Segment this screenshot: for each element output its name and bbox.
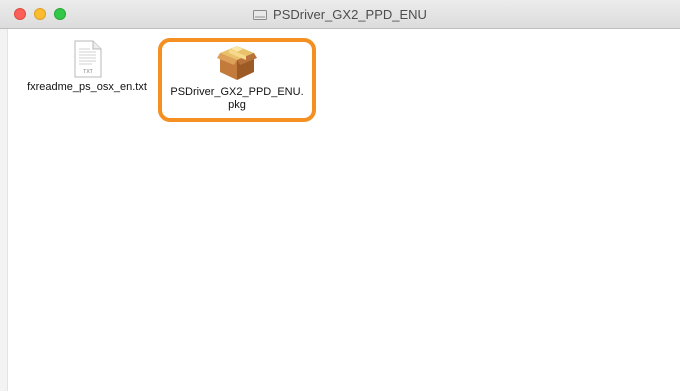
title-bar[interactable]: PSDriver_GX2_PPD_ENU <box>0 0 680 29</box>
window-left-edge <box>0 29 8 391</box>
window-title-text: PSDriver_GX2_PPD_ENU <box>273 7 427 22</box>
txt-caption: TXT <box>83 69 92 75</box>
finder-window: PSDriver_GX2_PPD_ENU TXT fxreadme_ps_osx… <box>0 0 680 391</box>
file-item-readme[interactable]: TXT fxreadme_ps_osx_en.txt <box>20 40 154 94</box>
file-item-package[interactable]: PSDriver_GX2_PPD_ENU.pkg <box>158 38 316 122</box>
file-name-readme: fxreadme_ps_osx_en.txt <box>27 81 147 93</box>
package-icon <box>217 46 257 80</box>
disk-image-icon <box>253 10 268 20</box>
window-title: PSDriver_GX2_PPD_ENU <box>0 0 680 29</box>
text-file-icon: TXT <box>74 40 102 78</box>
file-name-package: PSDriver_GX2_PPD_ENU.pkg <box>170 86 304 111</box>
